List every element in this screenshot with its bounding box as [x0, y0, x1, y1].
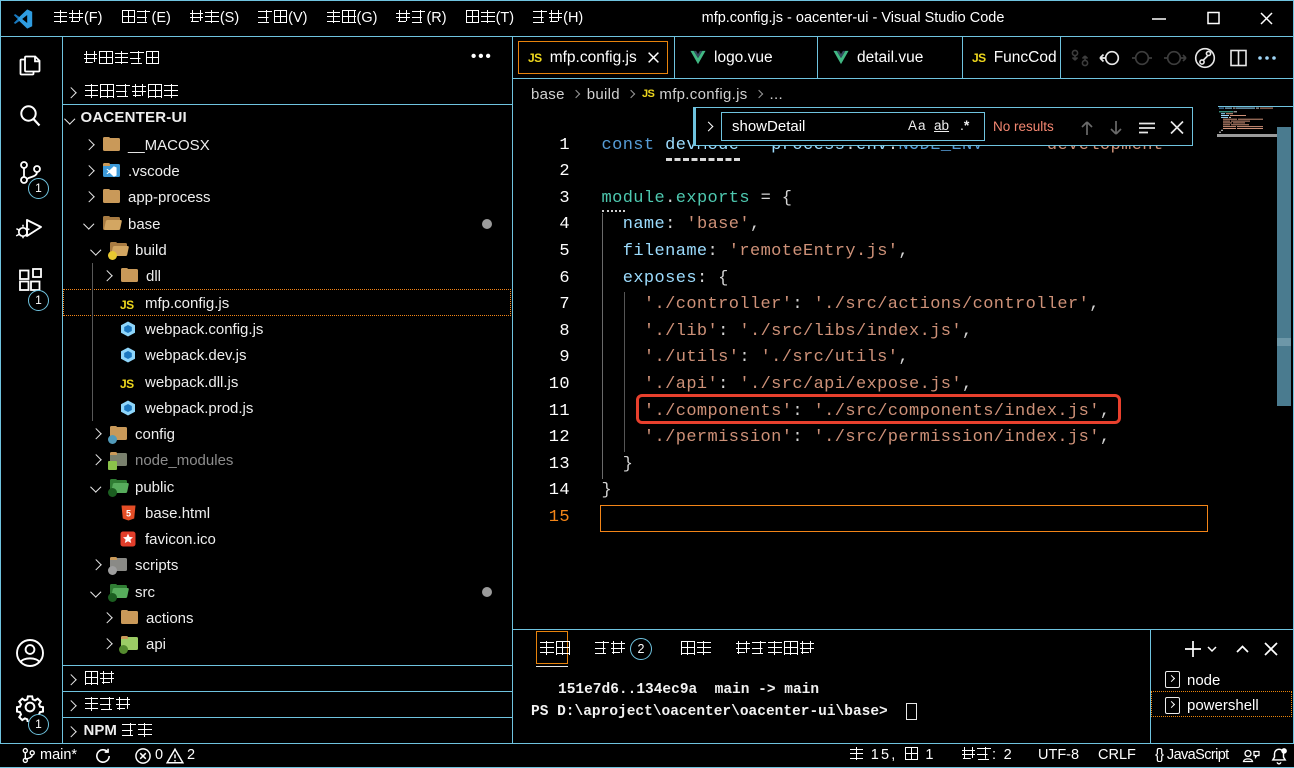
- svg-text:5: 5: [126, 509, 131, 519]
